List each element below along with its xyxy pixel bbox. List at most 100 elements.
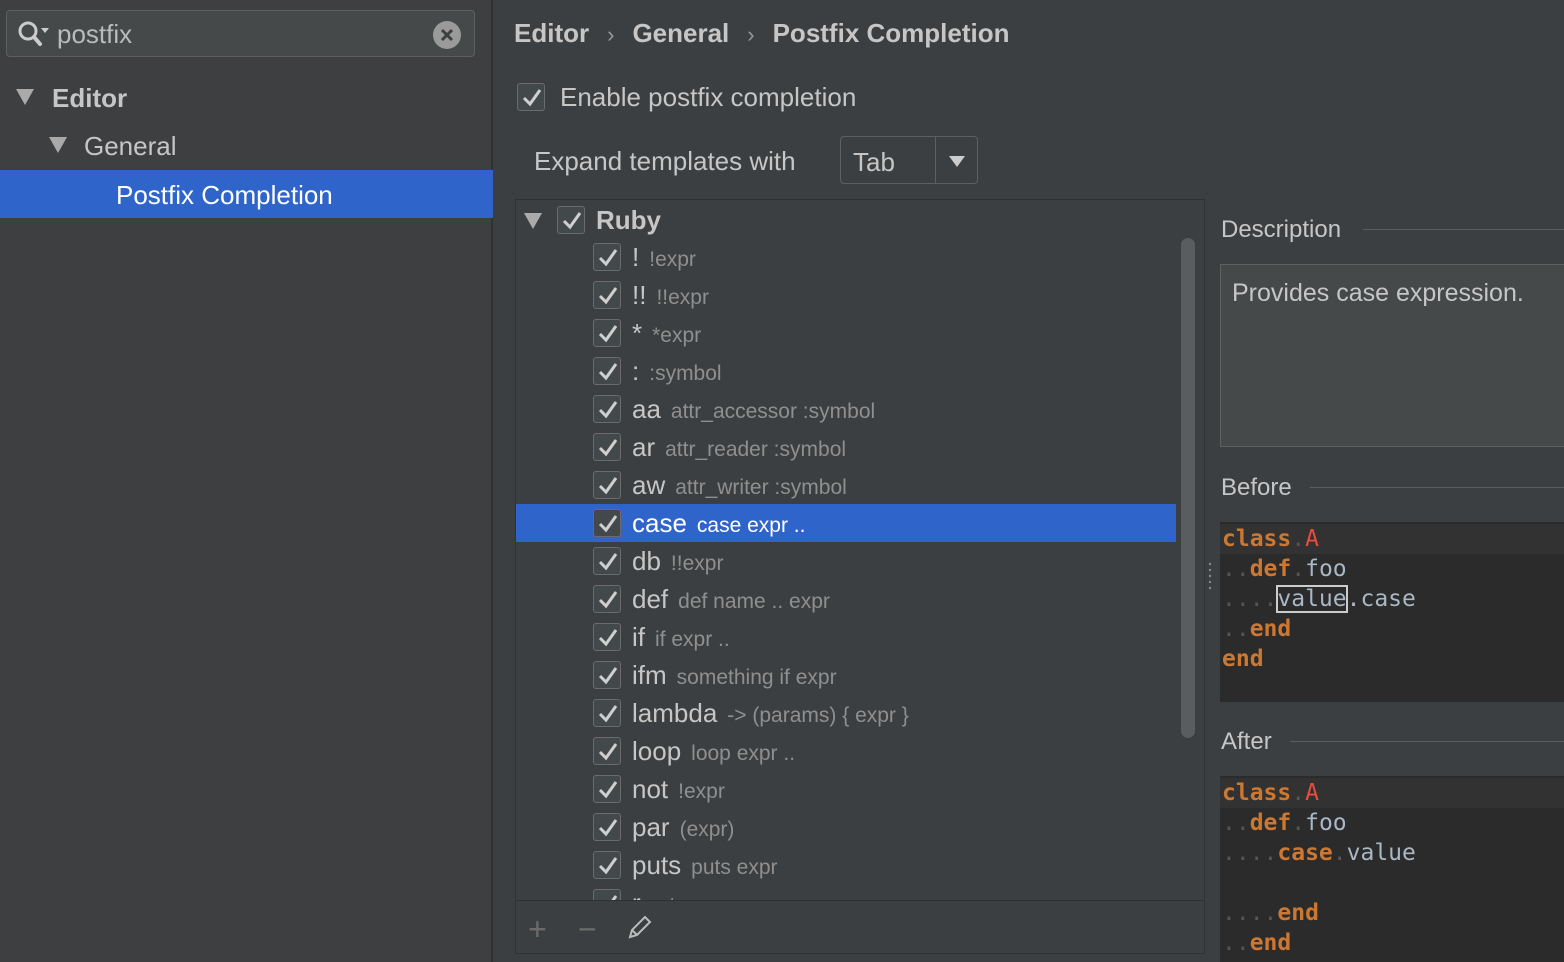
template-row[interactable]: not !expr: [516, 770, 1176, 808]
template-description: loop expr ..: [691, 742, 796, 765]
template-key: aa attr_accessor :symbol: [632, 394, 876, 424]
template-row[interactable]: db !!expr: [516, 542, 1176, 580]
template-row[interactable]: ! !expr: [516, 238, 1176, 276]
template-row[interactable]: !! !!expr: [516, 276, 1176, 314]
template-description: !expr: [678, 780, 725, 803]
template-row[interactable]: def def name .. expr: [516, 580, 1176, 618]
template-key: not !expr: [632, 774, 725, 804]
template-checkbox[interactable]: [593, 851, 621, 879]
chevron-down-icon[interactable]: [949, 156, 965, 167]
check-icon: [598, 667, 618, 685]
expand-arrow-icon[interactable]: [16, 89, 34, 105]
templates-tree[interactable]: Ruby ! !expr!! !!expr * *expr::symbol aa attr_…: [515, 199, 1205, 954]
template-description: !expr: [649, 248, 696, 271]
check-icon: [598, 363, 618, 381]
settings-tree-panel: postfix Editor General Postfix Completio…: [0, 0, 493, 962]
expand-key-select[interactable]: Tab: [840, 136, 978, 184]
template-checkbox[interactable]: [593, 623, 621, 651]
template-description: :symbol: [649, 362, 722, 385]
template-description: attr_writer :symbol: [675, 476, 847, 499]
expand-arrow-icon[interactable]: [49, 137, 67, 153]
check-icon: [598, 553, 618, 571]
check-icon: [598, 287, 618, 305]
clear-icon[interactable]: [433, 21, 461, 49]
template-checkbox[interactable]: [593, 509, 621, 537]
enable-postfix-label[interactable]: Enable postfix completion: [560, 82, 856, 113]
description-text: Provides case expression.: [1232, 279, 1524, 307]
breadcrumb: Editor › General › Postfix Completion: [514, 18, 1010, 49]
tree-item-label: Postfix Completion: [116, 180, 333, 210]
tree-item-label: General: [84, 131, 177, 161]
template-key: aw attr_writer :symbol: [632, 470, 847, 500]
template-row[interactable]: aa attr_accessor :symbol: [516, 390, 1176, 428]
template-description: !!expr: [670, 552, 724, 575]
tree-item-editor[interactable]: Editor: [0, 73, 493, 121]
template-group-ruby[interactable]: Ruby: [516, 200, 1176, 238]
template-checkbox[interactable]: [593, 243, 621, 271]
chevron-right-icon: ›: [747, 22, 755, 47]
search-input-value[interactable]: postfix: [57, 19, 132, 50]
template-checkbox[interactable]: [593, 471, 621, 499]
before-title: Before: [1221, 474, 1292, 501]
group-checkbox[interactable]: [557, 206, 585, 234]
template-row[interactable]: if if expr ..: [516, 618, 1176, 656]
tree-item-general[interactable]: General: [0, 121, 493, 169]
template-checkbox[interactable]: [593, 319, 621, 347]
enable-postfix-checkbox[interactable]: [517, 83, 545, 111]
scrollbar-thumb[interactable]: [1181, 238, 1195, 738]
select-divider: [935, 137, 936, 183]
template-row[interactable]: par (expr): [516, 808, 1176, 846]
template-description: if expr ..: [655, 628, 730, 651]
template-row[interactable]: aw attr_writer :symbol: [516, 466, 1176, 504]
template-description: -> (params) { expr }: [727, 704, 909, 727]
template-row[interactable]: loop loop expr ..: [516, 732, 1176, 770]
template-row[interactable]: ar attr_reader :symbol: [516, 428, 1176, 466]
template-key: if if expr ..: [632, 622, 730, 652]
template-key: par (expr): [632, 812, 735, 842]
template-key: lambda -> (params) { expr }: [632, 698, 909, 728]
search-icon[interactable]: [17, 20, 49, 48]
template-key: ar attr_reader :symbol: [632, 432, 847, 462]
breadcrumb-item: Editor: [514, 18, 590, 48]
separator: [1310, 487, 1564, 488]
group-label: Ruby: [596, 205, 661, 235]
template-description: def name .. expr: [678, 590, 830, 613]
template-row[interactable]: ::symbol: [516, 352, 1176, 390]
add-icon[interactable]: +: [528, 911, 547, 948]
edit-icon[interactable]: [626, 913, 654, 941]
check-icon: [598, 401, 618, 419]
template-row[interactable]: * *expr: [516, 314, 1176, 352]
template-checkbox[interactable]: [593, 395, 621, 423]
tree-item-postfix-completion[interactable]: Postfix Completion: [0, 170, 493, 218]
check-icon: [598, 515, 618, 533]
separator: [1363, 229, 1564, 230]
templates-toolbar: + −: [516, 900, 1204, 953]
template-row[interactable]: puts puts expr: [516, 846, 1176, 884]
template-checkbox[interactable]: [593, 661, 621, 689]
template-checkbox[interactable]: [593, 433, 621, 461]
expand-templates-label: Expand templates with: [534, 146, 796, 176]
template-checkbox[interactable]: [593, 813, 621, 841]
template-checkbox[interactable]: [593, 699, 621, 727]
template-checkbox[interactable]: [593, 281, 621, 309]
breadcrumb-item: General: [632, 18, 730, 48]
settings-content-panel: Editor › General › Postfix Completion Enable…: [495, 0, 1564, 962]
template-checkbox[interactable]: [593, 737, 621, 765]
template-checkbox[interactable]: [593, 547, 621, 575]
remove-icon[interactable]: −: [578, 911, 597, 948]
template-row[interactable]: ifm something if expr: [516, 656, 1176, 694]
template-description: something if expr: [676, 666, 837, 689]
check-icon: [598, 629, 618, 647]
template-key: def def name .. expr: [632, 584, 830, 614]
check-icon: [522, 89, 542, 107]
template-description: *expr: [652, 324, 702, 347]
template-checkbox[interactable]: [593, 775, 621, 803]
template-row[interactable]: case case expr ..: [516, 504, 1176, 542]
expand-arrow-icon[interactable]: [524, 213, 542, 229]
check-icon: [598, 857, 618, 875]
search-field[interactable]: postfix: [6, 10, 475, 57]
splitter-handle[interactable]: [1207, 560, 1213, 590]
template-row[interactable]: lambda -> (params) { expr }: [516, 694, 1176, 732]
template-checkbox[interactable]: [593, 357, 621, 385]
template-checkbox[interactable]: [593, 585, 621, 613]
